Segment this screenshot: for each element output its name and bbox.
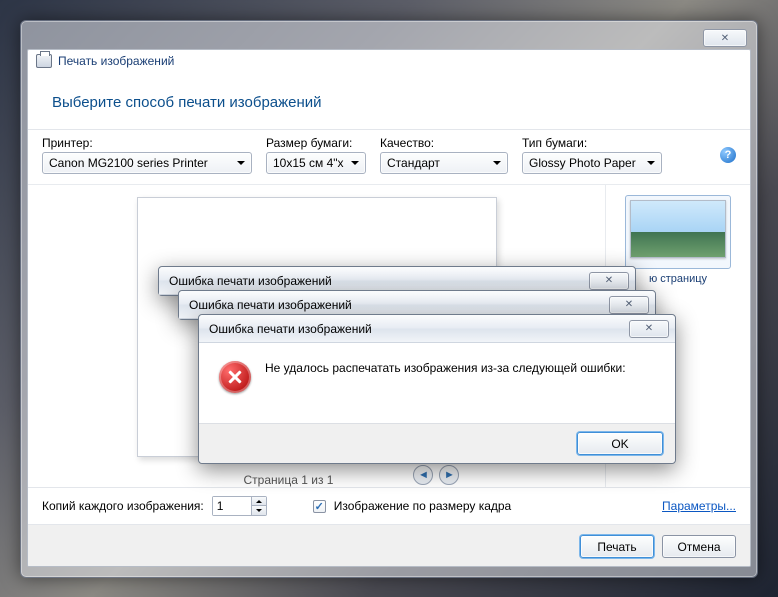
action-row: Печать Отмена xyxy=(28,525,750,567)
copies-up-button[interactable] xyxy=(252,497,266,506)
layout-thumbnail-wrap[interactable] xyxy=(625,195,731,269)
close-icon: ✕ xyxy=(645,323,653,334)
print-options-row: Принтер: Canon MG2100 series Printer Раз… xyxy=(28,130,750,185)
copies-spinner[interactable] xyxy=(212,496,267,516)
error-close-button[interactable]: ✕ xyxy=(629,320,669,338)
error-ok-button[interactable]: OK xyxy=(577,432,663,455)
page-subtitle: Выберите способ печати изображений xyxy=(28,72,750,130)
layout-thumbnail-label: ю страницу xyxy=(649,273,707,285)
error-dialog-footer: OK xyxy=(199,423,675,463)
window-close-button[interactable]: ✕ xyxy=(703,29,747,47)
papertype-value: Glossy Photo Paper xyxy=(529,156,636,170)
printer-icon xyxy=(36,54,52,68)
quality-group: Качество: Стандарт xyxy=(380,136,508,174)
printer-combo[interactable]: Canon MG2100 series Printer xyxy=(42,152,252,174)
error-icon xyxy=(219,361,251,393)
error-title: Ошибка печати изображений xyxy=(169,274,332,288)
error-title: Ошибка печати изображений xyxy=(209,322,372,336)
printer-group: Принтер: Canon MG2100 series Printer xyxy=(42,136,252,174)
error-title: Ошибка печати изображений xyxy=(189,298,352,312)
fit-frame-label: Изображение по размеру кадра xyxy=(334,499,511,513)
copies-label: Копий каждого изображения: xyxy=(42,499,204,513)
window-title: Печать изображений xyxy=(58,54,174,68)
page-caption: Страница 1 из 1 xyxy=(244,473,334,487)
printer-label: Принтер: xyxy=(42,136,252,150)
error-dialog-titlebar: Ошибка печати изображений ✕ xyxy=(199,315,675,343)
close-icon: ✕ xyxy=(625,299,633,310)
window-header: Печать изображений xyxy=(28,50,750,72)
titlebar: ✕ xyxy=(27,27,751,49)
quality-combo[interactable]: Стандарт xyxy=(380,152,508,174)
papersize-value: 10x15 см 4"x xyxy=(273,156,344,170)
copies-input[interactable] xyxy=(213,497,251,515)
close-icon: ✕ xyxy=(605,275,613,286)
layout-thumbnail xyxy=(630,200,726,258)
fit-frame-checkbox[interactable]: ✓ xyxy=(313,500,326,513)
papertype-combo[interactable]: Glossy Photo Paper xyxy=(522,152,662,174)
error-close-button[interactable]: ✕ xyxy=(609,296,649,314)
error-dialog-1: Ошибка печати изображений ✕ Не удалось р… xyxy=(198,314,676,464)
printer-value: Canon MG2100 series Printer xyxy=(49,156,208,170)
copies-down-button[interactable] xyxy=(252,506,266,515)
prev-page-button[interactable]: ◄ xyxy=(413,465,433,485)
papersize-combo[interactable]: 10x15 см 4"x xyxy=(266,152,366,174)
print-button[interactable]: Печать xyxy=(580,535,654,558)
papersize-label: Размер бумаги: xyxy=(266,136,366,150)
quality-label: Качество: xyxy=(380,136,508,150)
help-icon[interactable]: ? xyxy=(720,147,736,163)
error-dialog-body: Не удалось распечатать изображения из-за… xyxy=(199,343,675,423)
error-message: Не удалось распечатать изображения из-за… xyxy=(265,361,626,375)
next-page-button[interactable]: ► xyxy=(439,465,459,485)
error-close-button[interactable]: ✕ xyxy=(589,272,629,290)
papertype-group: Тип бумаги: Glossy Photo Paper xyxy=(522,136,662,174)
papertype-label: Тип бумаги: xyxy=(522,136,662,150)
close-icon: ✕ xyxy=(721,33,729,44)
options-row: Копий каждого изображения: ✓ Изображение… xyxy=(28,488,750,525)
papersize-group: Размер бумаги: 10x15 см 4"x xyxy=(266,136,366,174)
cancel-button[interactable]: Отмена xyxy=(662,535,736,558)
quality-value: Стандарт xyxy=(387,156,440,170)
parameters-link[interactable]: Параметры... xyxy=(662,499,736,513)
